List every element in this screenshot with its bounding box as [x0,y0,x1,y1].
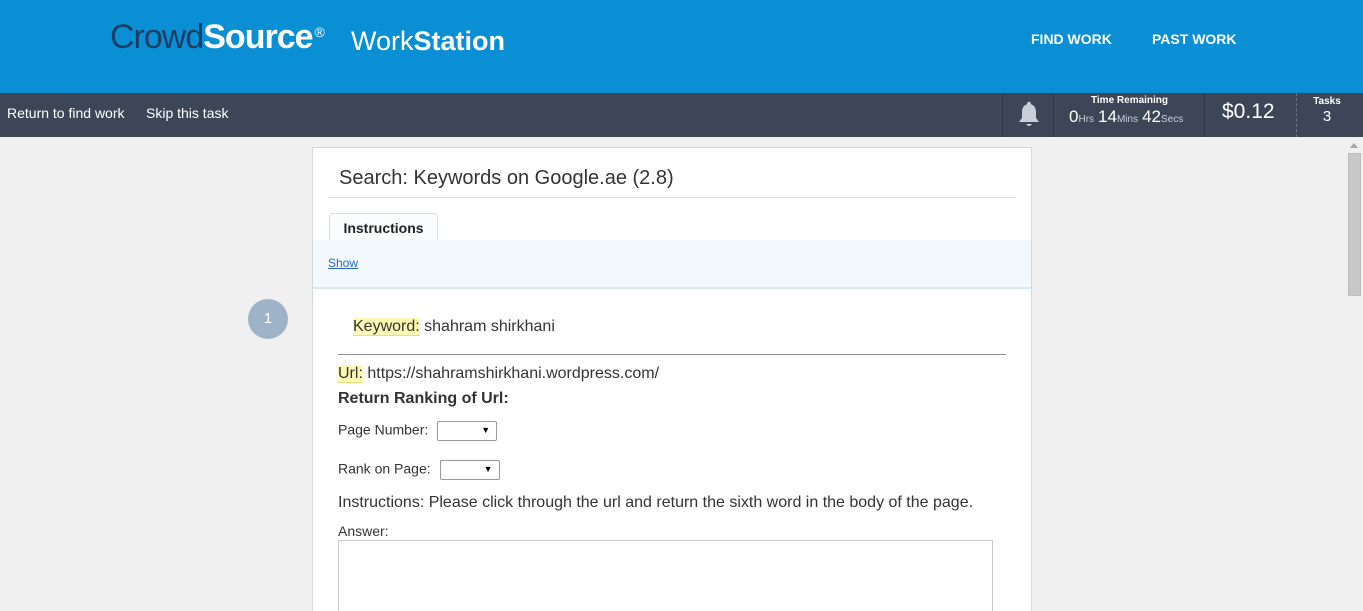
rank-on-page-label: Rank on Page: [338,460,431,477]
scroll-up-arrow-icon[interactable] [1350,143,1358,148]
minutes-unit: Mins [1116,114,1139,125]
task-instructions-text: Instructions: Please click through the u… [338,494,974,511]
task-toolbar: Return to find work Skip this task Time … [0,93,1363,137]
top-header: CrowdSource ® WorkStation FIND WORK PAST … [0,0,1363,93]
crowdsource-logo[interactable]: CrowdSource ® [110,18,325,57]
page-number-label: Page Number: [338,421,429,438]
seconds-unit: Secs [1161,114,1184,125]
tasks-label: Tasks [1313,96,1341,107]
keyword-row: Keyword: shahram shirkhani [353,318,555,336]
rank-on-page-row: Rank on Page: ▼ [338,460,500,480]
show-instructions-link[interactable]: Show [328,256,358,270]
tasks-counter: Tasks 3 [1296,93,1356,137]
page-number-select[interactable]: ▼ [437,421,498,441]
logo-registered-mark: ® [314,24,325,40]
title-divider [328,197,1016,198]
workstation-title-light: Work [351,26,414,56]
keyword-value: shahram shirkhani [424,318,555,335]
url-label: Url: [338,365,363,383]
keyword-divider [338,354,1006,355]
skip-task-link[interactable]: Skip this task [146,105,228,121]
earnings-amount: $0.12 [1222,100,1275,123]
tab-instructions[interactable]: Instructions [329,213,438,241]
scrollbar-thumb[interactable] [1348,153,1361,296]
rank-on-page-select[interactable]: ▼ [439,460,500,480]
workstation-title-bold: Station [413,26,506,56]
dropdown-arrow-icon: ▼ [483,464,493,474]
tasks-count: 3 [1322,108,1332,125]
answer-textarea[interactable] [338,540,993,611]
logo-crowd-text: Crowd [110,18,204,56]
return-to-find-work-link[interactable]: Return to find work [7,105,125,121]
url-value: https://shahramshirkhani.wordpress.com/ [367,365,660,382]
instructions-panel: Show [313,240,1031,289]
return-ranking-heading: Return Ranking of Url: [338,390,509,407]
time-remaining: Time Remaining 0Hrs 14Mins 42Secs [1054,93,1205,137]
bell-icon [1019,101,1039,126]
notifications-button[interactable] [1002,93,1054,137]
step-number-badge: 1 [248,299,288,339]
page-scrollbar[interactable] [1346,137,1363,611]
logo-source-text: Source [203,18,313,56]
nav-find-work[interactable]: FIND WORK [1031,31,1112,47]
nav-past-work[interactable]: PAST WORK [1152,31,1237,47]
seconds-value: 42 [1142,107,1161,126]
time-remaining-label: Time Remaining [1090,95,1169,106]
hours-unit: Hrs [1078,114,1095,125]
task-panel: Search: Keywords on Google.ae (2.8) Inst… [312,147,1032,611]
answer-label: Answer: [338,523,389,539]
keyword-label: Keyword: [353,318,420,336]
url-row: Url: https://shahramshirkhani.wordpress.… [338,365,659,383]
task-title: Search: Keywords on Google.ae (2.8) [339,167,674,189]
time-remaining-values: 0Hrs 14Mins 42Secs [1069,107,1187,127]
page-number-row: Page Number: ▼ [338,421,498,441]
dropdown-arrow-icon: ▼ [481,425,491,435]
workstation-title: WorkStation [351,26,505,57]
minutes-value: 14 [1098,107,1117,126]
